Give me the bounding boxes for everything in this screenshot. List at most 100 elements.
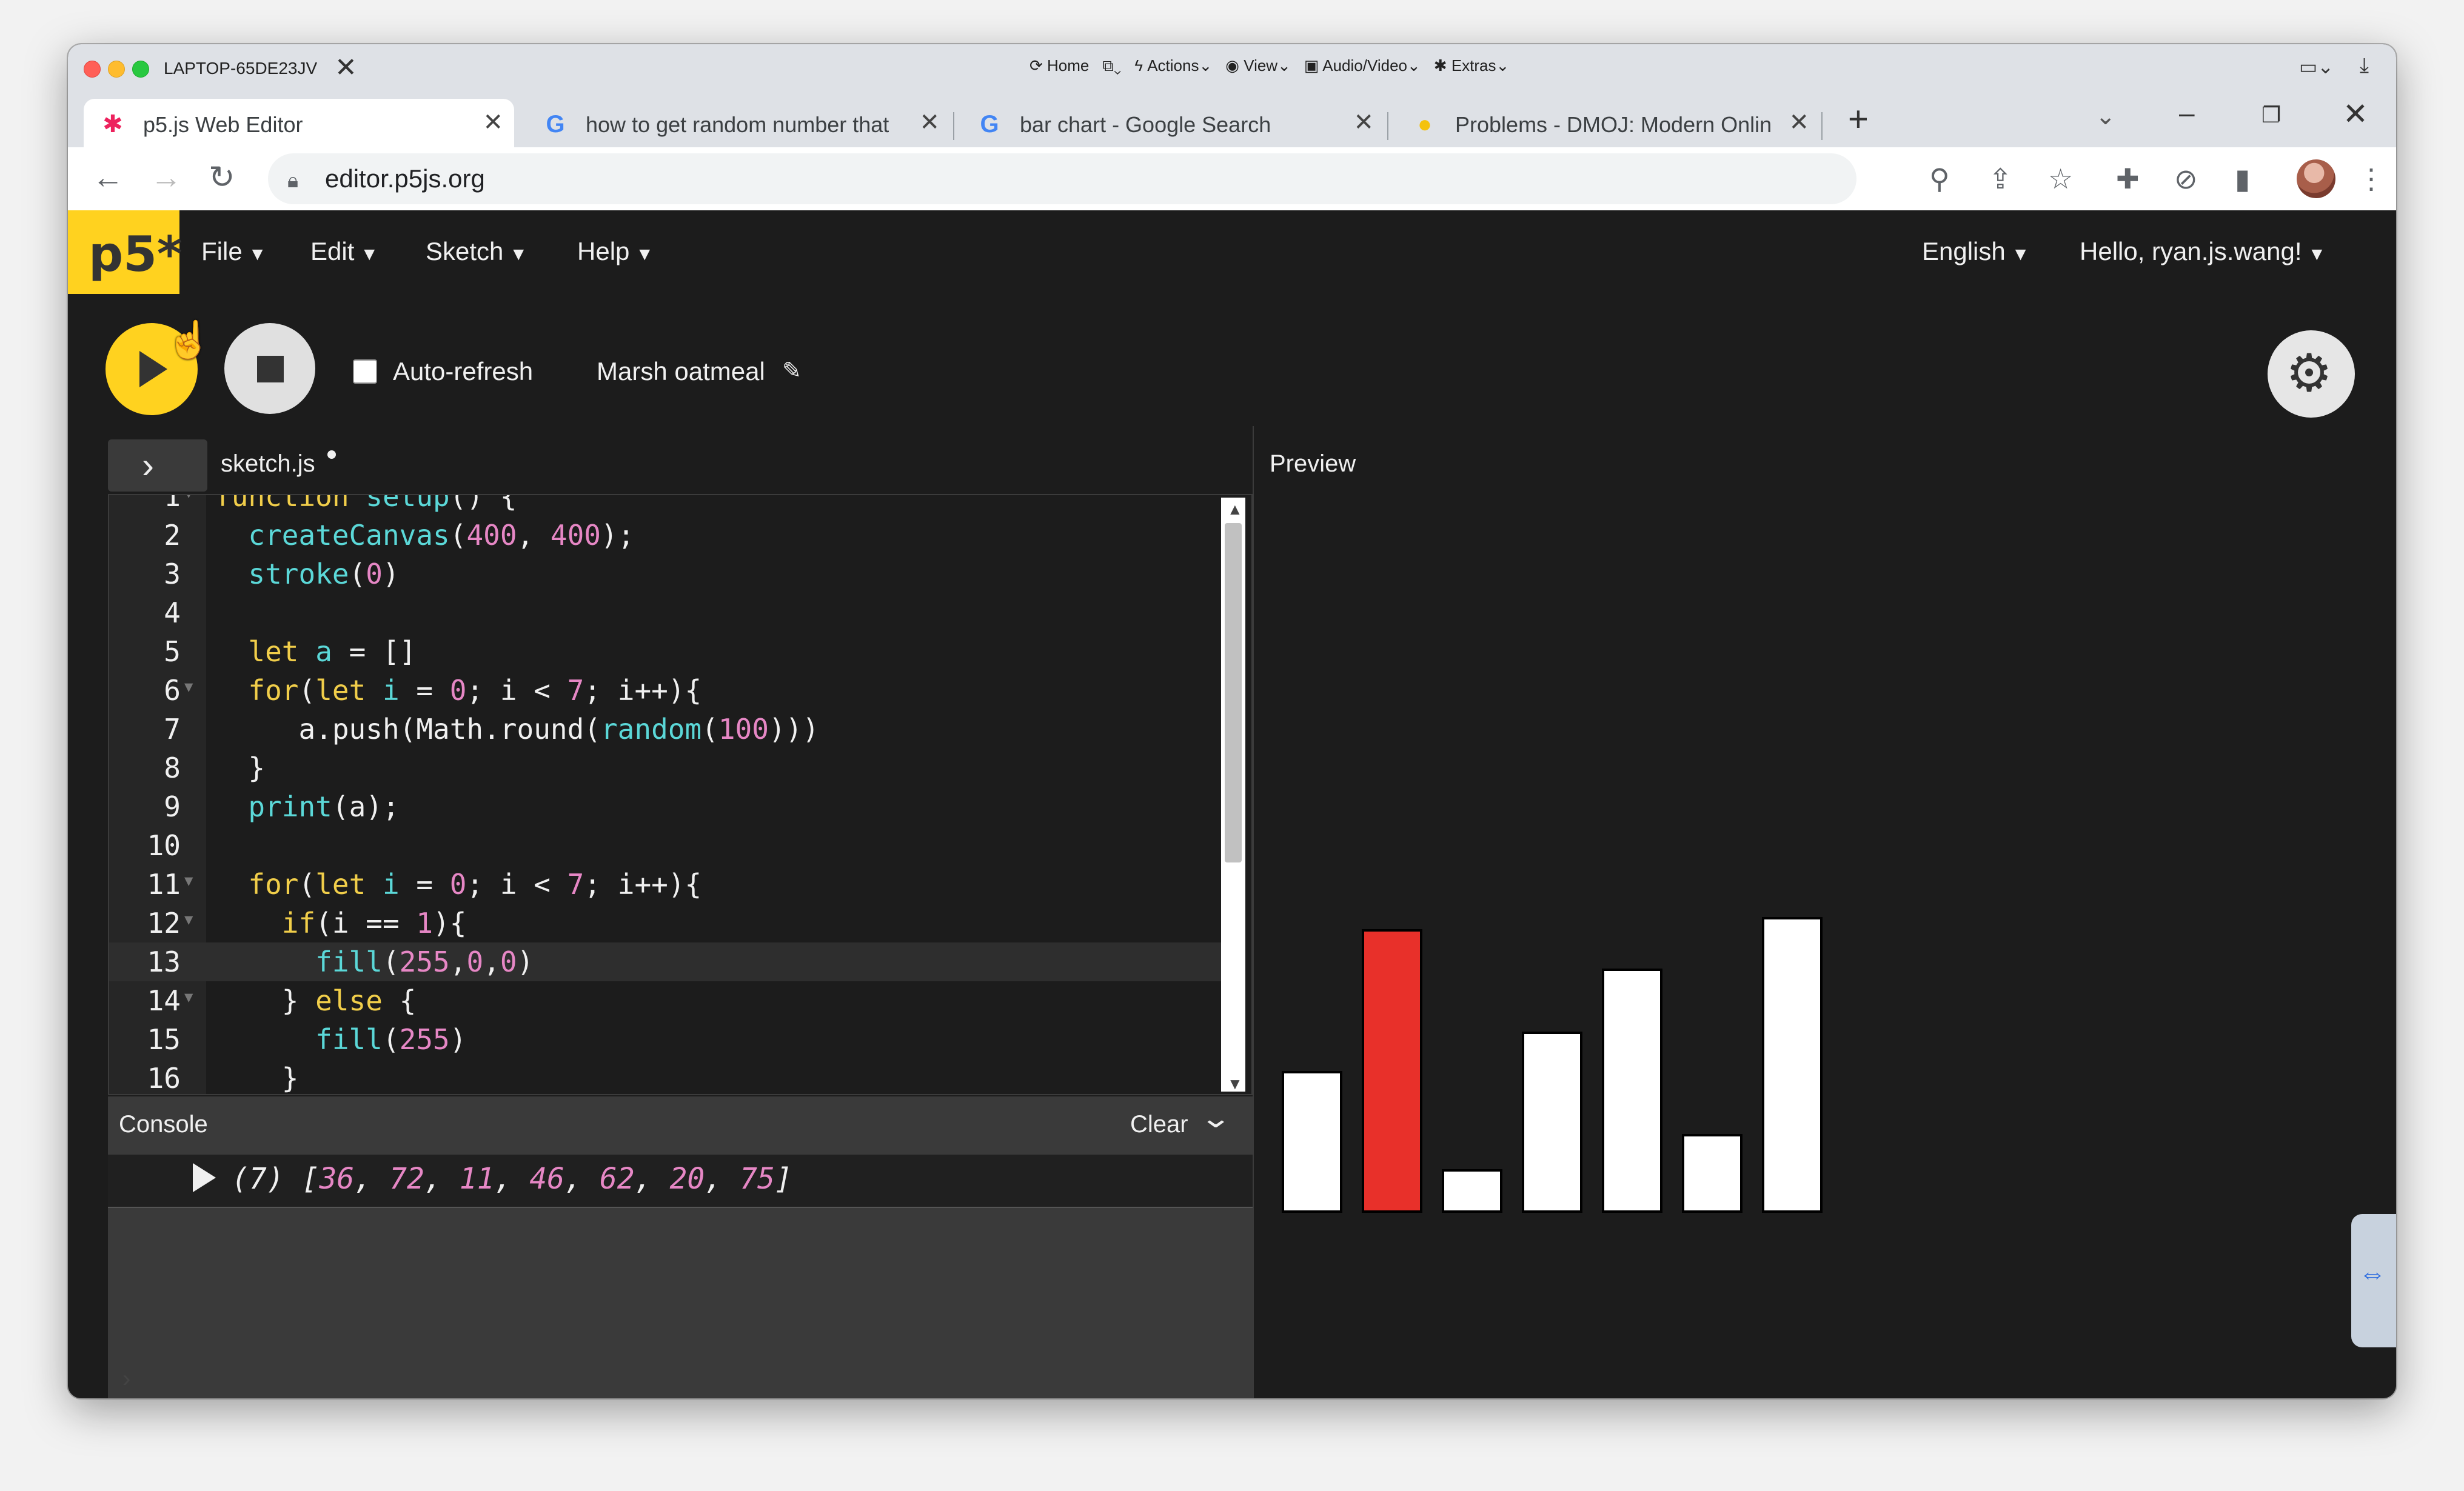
tab-search-chevron-icon[interactable]: ⌄ <box>2095 102 2116 130</box>
tab-bar-chart-search[interactable]: G bar chart - Google Search ✕ <box>960 99 1385 147</box>
url-text[interactable]: editor.p5js.org <box>325 164 485 193</box>
code-line[interactable]: 15 fill(255) <box>109 1020 1234 1059</box>
forward-icon[interactable]: → <box>150 159 182 196</box>
settings-button[interactable]: ⚙ <box>2268 330 2355 418</box>
code-text: for(let i = 0; i < 7; i++){ <box>248 868 702 901</box>
auto-refresh-checkbox[interactable] <box>353 359 377 384</box>
file-tab-sketch-js[interactable]: sketch.js <box>221 450 315 478</box>
fold-arrow-icon[interactable]: ▼ <box>184 978 193 1016</box>
code-line[interactable]: 10 <box>109 826 1234 865</box>
close-window-icon[interactable]: ✕ <box>2343 96 2368 132</box>
tab-title: how to get random number that <box>586 112 889 137</box>
editor-scroll-thumb[interactable] <box>1225 523 1242 862</box>
code-line[interactable]: 6 ▼ for(let i = 0; i < 7; i++){ <box>109 671 1234 710</box>
restore-window-icon[interactable]: ❐ <box>2261 102 2281 128</box>
close-tab-icon[interactable]: ✕ <box>1353 108 1374 136</box>
clipboard-menu-item[interactable]: ⧉⌄ <box>1102 56 1121 76</box>
stop-button[interactable] <box>224 323 315 414</box>
tab-p5-editor[interactable]: ✱ p5.js Web Editor ✕ <box>84 99 514 147</box>
code-lines[interactable]: 1▼function setup() {2 createCanvas(400, … <box>109 495 1234 1094</box>
zoom-icon[interactable]: ⚲ <box>1929 163 1950 195</box>
console-collapse-chevron-icon[interactable]: ⌄ <box>1199 1101 1232 1134</box>
code-line[interactable]: 9 print(a); <box>109 787 1234 826</box>
code-line[interactable]: 16 } <box>109 1059 1234 1094</box>
sketch-menu[interactable]: Sketch ▼ <box>426 237 527 266</box>
actions-menu-item[interactable]: ϟ Actions⌄ <box>1134 56 1212 76</box>
extensions-icon[interactable]: ✚ <box>2116 163 2140 195</box>
code-line[interactable]: 12 ▼ if(i == 1){ <box>109 904 1234 942</box>
teamviewer-panel-tab[interactable]: ⇔ <box>2351 1214 2396 1347</box>
tab-title: Problems - DMOJ: Modern Onlin <box>1455 112 1772 137</box>
p5-logo[interactable]: p5* <box>68 210 182 294</box>
line-number: 7 <box>164 713 181 746</box>
code-line[interactable]: 2 createCanvas(400, 400); <box>109 516 1234 555</box>
teamviewer-icon: ⇔ <box>2359 1257 2386 1289</box>
edit-menu[interactable]: Edit ▼ <box>310 237 378 266</box>
performance-icon[interactable]: ⊘ <box>2174 163 2198 195</box>
close-tab-icon[interactable]: ✕ <box>1789 108 1809 136</box>
code-line[interactable]: 3 stroke(0) <box>109 555 1234 593</box>
fold-arrow-icon[interactable]: ▼ <box>184 900 193 939</box>
file-menu[interactable]: File ▼ <box>201 237 266 266</box>
extras-menu-item[interactable]: ✱ Extras⌄ <box>1434 56 1510 76</box>
screen-select-icon[interactable]: ▭⌄ <box>2299 55 2334 78</box>
scroll-down-arrow-icon[interactable]: ▼ <box>1227 1075 1243 1093</box>
preview-canvas[interactable] <box>1270 494 2058 1398</box>
more-menu-icon[interactable]: ⋮ <box>2357 163 2385 195</box>
code-line[interactable]: 1▼ function setup() { <box>109 495 1234 516</box>
side-panel-icon[interactable]: ▮ <box>2235 163 2250 195</box>
omnibox[interactable] <box>268 153 1856 204</box>
fold-arrow-icon[interactable]: ▼ <box>184 667 193 706</box>
help-menu[interactable]: Help ▼ <box>577 237 654 266</box>
code-line[interactable]: 13 fill(255,0,0) <box>109 942 1234 981</box>
scroll-up-arrow-icon[interactable]: ▲ <box>1227 500 1243 519</box>
sketch-name[interactable]: Marsh oatmeal <box>597 357 765 386</box>
user-menu[interactable]: Hello, ryan.js.wang! ▼ <box>2080 237 2326 266</box>
sidebar-toggle-button[interactable]: › <box>108 439 207 492</box>
code-line[interactable]: 14 ▼ } else { <box>109 981 1234 1020</box>
code-line[interactable]: 11 ▼ for(let i = 0; i < 7; i++){ <box>109 865 1234 904</box>
code-line[interactable]: 4 <box>109 593 1234 632</box>
pencil-icon[interactable]: ✎ <box>782 357 802 384</box>
tab-random-number-search[interactable]: G how to get random number that ✕ <box>526 99 951 147</box>
window-minimize-dot[interactable] <box>108 61 125 78</box>
window-zoom-dot[interactable] <box>132 61 149 78</box>
preview-bar <box>1682 1134 1743 1213</box>
view-menu-item[interactable]: ◉ View⌄ <box>1225 56 1291 76</box>
tab-dmoj-problems[interactable]: ● Problems - DMOJ: Modern Onlin ✕ <box>1396 99 1820 147</box>
profile-avatar[interactable] <box>2297 159 2335 198</box>
fold-arrow-icon[interactable]: ▼ <box>184 495 193 512</box>
close-tab-icon[interactable]: ✕ <box>919 108 940 136</box>
lock-icon[interactable]: 🔒︎ <box>287 169 298 193</box>
remote-device-name: LAPTOP-65DE23JV <box>164 59 318 78</box>
fold-arrow-icon[interactable]: ▼ <box>184 861 193 900</box>
bookmark-star-icon[interactable]: ☆ <box>2048 163 2073 195</box>
pane-divider[interactable] <box>1253 426 1254 1398</box>
audio-video-menu-item[interactable]: ▣ Audio/Video⌄ <box>1304 56 1421 76</box>
reload-icon[interactable]: ↻ <box>209 159 235 196</box>
minimize-window-icon[interactable]: – <box>2179 96 2195 129</box>
close-tab-icon[interactable]: ✕ <box>483 108 503 136</box>
code-text: fill(255) <box>315 1023 467 1056</box>
code-text: } <box>215 1062 299 1094</box>
console-prompt-icon[interactable]: › <box>122 1366 130 1393</box>
console-clear-button[interactable]: Clear <box>1130 1111 1188 1138</box>
new-tab-icon[interactable]: + <box>1848 101 1869 138</box>
close-session-icon[interactable]: ✕ <box>335 53 357 83</box>
caret-down-icon: ▼ <box>2011 244 2030 264</box>
download-icon[interactable]: ⤓ <box>2360 54 2369 78</box>
expand-array-icon[interactable] <box>193 1163 216 1192</box>
code-line[interactable]: 5 let a = [] <box>109 632 1234 671</box>
share-icon[interactable]: ⇪ <box>1989 163 2012 195</box>
preview-bar <box>1362 929 1422 1213</box>
code-text: } <box>215 752 266 784</box>
back-icon[interactable]: ← <box>92 159 124 196</box>
line-number: 13 <box>147 946 181 978</box>
line-number: 6 <box>164 674 181 707</box>
code-line[interactable]: 8 } <box>109 749 1234 787</box>
home-menu-item[interactable]: ⟳ Home <box>1029 56 1089 76</box>
window-close-dot[interactable] <box>84 61 101 78</box>
code-line[interactable]: 7 a.push(Math.round(random(100))) <box>109 710 1234 749</box>
language-menu[interactable]: English ▼ <box>1922 237 2029 266</box>
address-bar: ← → ↻ 🔒︎ editor.p5js.org ⚲ ⇪ ☆ ✚ ⊘ ▮ ⋮ <box>68 147 2396 212</box>
